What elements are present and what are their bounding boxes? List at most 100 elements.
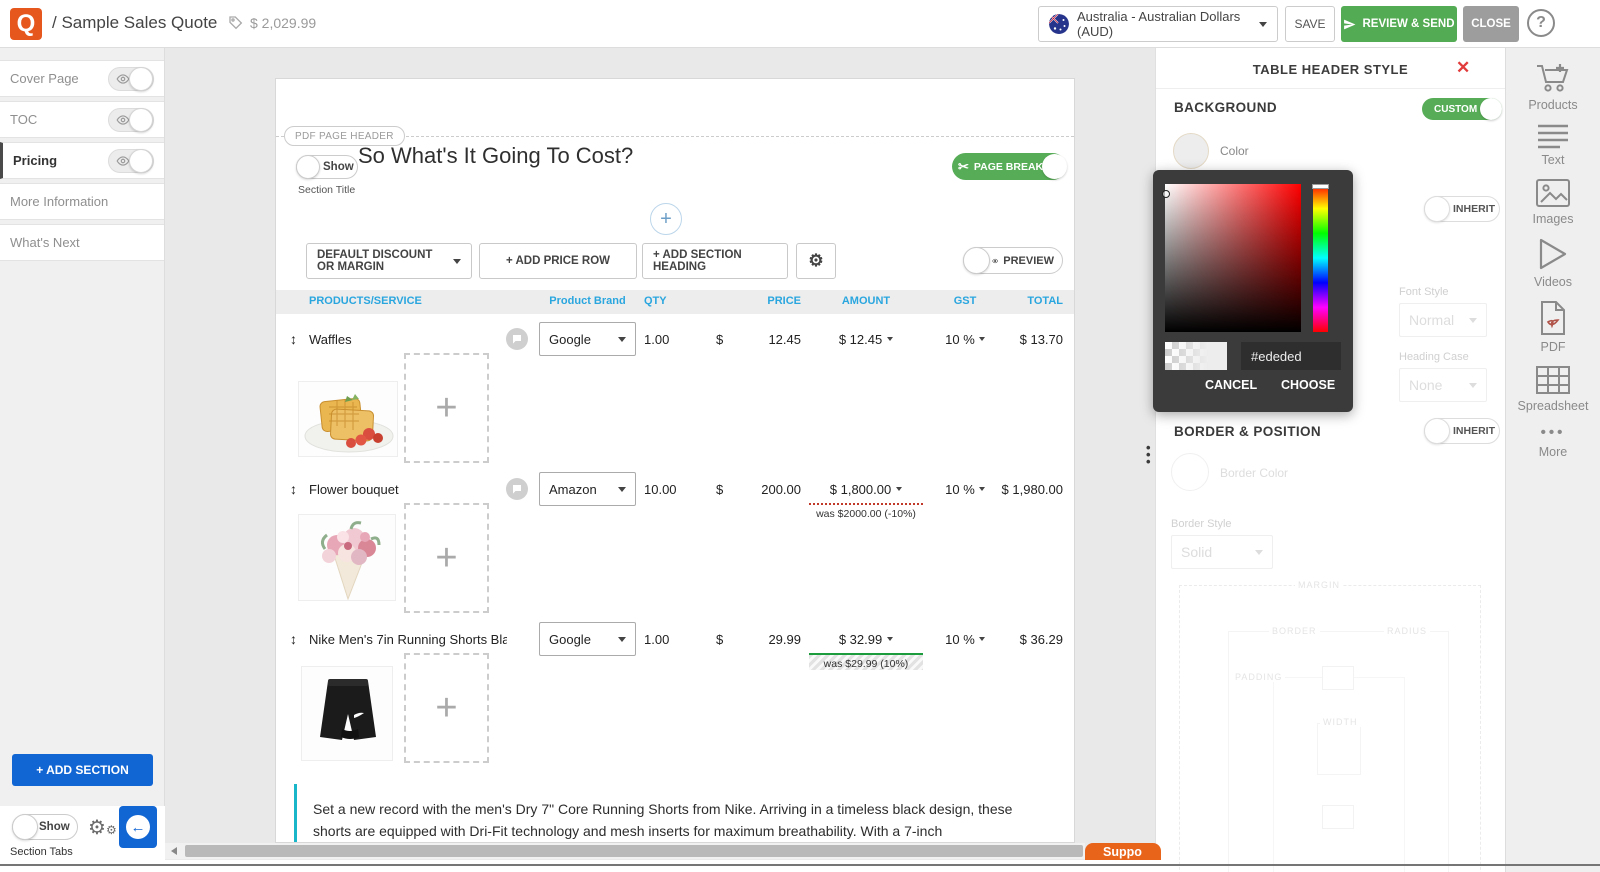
- toolbar-item-products[interactable]: Products: [1528, 62, 1578, 112]
- chevron-down-icon: [453, 258, 461, 264]
- currency-select[interactable]: Australia - Australian Dollars (AUD): [1038, 6, 1278, 42]
- amount-dropdown[interactable]: $ 12.45: [809, 321, 923, 357]
- toolbar-item-videos[interactable]: Videos: [1534, 237, 1572, 289]
- hex-color-input[interactable]: [1241, 342, 1341, 370]
- section-title-show-toggle[interactable]: Show: [296, 155, 358, 179]
- toolbar-item-spreadsheet[interactable]: Spreadsheet: [1518, 365, 1588, 413]
- review-send-button[interactable]: REVIEW & SEND: [1341, 6, 1457, 42]
- add-image-button[interactable]: +: [404, 353, 489, 463]
- comment-bubble-icon[interactable]: [506, 328, 528, 350]
- background-section-label: BACKGROUND: [1174, 100, 1277, 115]
- heading-case-select[interactable]: None: [1399, 368, 1487, 402]
- toolbar-item-images[interactable]: Images: [1533, 178, 1574, 226]
- amount-dropdown[interactable]: $ 32.99: [809, 621, 923, 657]
- toggle-knob: [1042, 154, 1067, 179]
- product-name[interactable]: Waffles: [309, 321, 507, 357]
- close-button[interactable]: CLOSE: [1463, 6, 1519, 42]
- sidebar-item-cover-page[interactable]: Cover Page: [0, 60, 164, 97]
- price-value[interactable]: 29.99: [726, 621, 801, 657]
- border-color-swatch[interactable]: [1171, 453, 1209, 491]
- table-settings-gear-button[interactable]: ⚙: [796, 243, 836, 279]
- scroll-left-arrow-icon[interactable]: [171, 847, 177, 855]
- product-description[interactable]: Set a new record with the men's Dry 7" C…: [294, 784, 1036, 842]
- brand-select[interactable]: Amazon: [539, 472, 636, 506]
- horizontal-scrollbar[interactable]: [165, 843, 1085, 859]
- product-image-flower-bouquet[interactable]: [298, 514, 396, 601]
- sidebar-item-more-information[interactable]: More Information: [0, 183, 164, 220]
- custom-toggle[interactable]: CUSTOM: [1422, 98, 1502, 120]
- quote-total-value: $ 2,029.99: [250, 15, 317, 31]
- visibility-toggle[interactable]: [108, 107, 154, 132]
- qty-value[interactable]: 1.00: [644, 621, 669, 657]
- add-image-button[interactable]: +: [404, 503, 489, 613]
- color-cursor[interactable]: [1162, 190, 1170, 198]
- show-label: Show: [39, 821, 70, 833]
- qty-value[interactable]: 10.00: [644, 471, 677, 507]
- australia-flag-icon: [1049, 14, 1069, 34]
- padding-top-input[interactable]: [1322, 666, 1354, 690]
- eye-icon: [116, 155, 130, 166]
- sidebar-item-toc[interactable]: TOC: [0, 101, 164, 138]
- add-block-button[interactable]: +: [650, 203, 682, 235]
- font-style-select[interactable]: Normal: [1399, 303, 1487, 337]
- total-value: $ 36.29: [1019, 631, 1063, 647]
- sidebar-item-whats-next[interactable]: What's Next: [0, 224, 164, 261]
- panel-resize-handle[interactable]: • • •: [1146, 441, 1151, 468]
- col-products-service: PRODUCTS/SERVICE: [309, 295, 422, 307]
- section-title[interactable]: So What's It Going To Cost?: [358, 143, 633, 169]
- cancel-button[interactable]: CANCEL: [1205, 378, 1257, 392]
- preview-toggle[interactable]: PREVIEW: [963, 247, 1063, 274]
- background-color-swatch[interactable]: [1173, 133, 1209, 169]
- choose-button[interactable]: CHOOSE: [1281, 378, 1335, 392]
- background-inherit-toggle[interactable]: INHERIT: [1424, 196, 1500, 222]
- image-icon: [1536, 179, 1570, 207]
- add-image-button[interactable]: +: [404, 653, 489, 763]
- add-price-row-button[interactable]: + ADD PRICE ROW: [479, 243, 637, 279]
- close-panel-icon[interactable]: ✕: [1456, 58, 1470, 78]
- table-row: ↕ Nike Men's 7in Running Shorts Black L …: [276, 621, 1074, 657]
- price-value[interactable]: 200.00: [726, 471, 801, 507]
- app-logo[interactable]: Q: [10, 8, 42, 40]
- quote-title[interactable]: / Sample Sales Quote: [52, 13, 217, 33]
- default-discount-dropdown[interactable]: DEFAULT DISCOUNT OR MARGIN: [306, 243, 472, 279]
- was-price-label: was $29.99 (10%): [809, 653, 923, 670]
- scrollbar-thumb[interactable]: [185, 845, 1083, 857]
- page-break-toggle[interactable]: ✂ PAGE BREAK: [952, 153, 1067, 180]
- drag-handle-icon[interactable]: ↕: [290, 321, 297, 357]
- product-image-nike-shorts[interactable]: [301, 666, 393, 761]
- comment-bubble-icon[interactable]: [506, 478, 528, 500]
- toolbar-item-pdf[interactable]: PDF: [1538, 300, 1568, 354]
- chevron-down-icon: [618, 486, 626, 492]
- section-tabs-show-toggle[interactable]: Show: [12, 814, 78, 840]
- brand-select[interactable]: Google: [539, 622, 636, 656]
- visibility-toggle[interactable]: [108, 148, 154, 173]
- drag-handle-icon[interactable]: ↕: [290, 621, 297, 657]
- total-value: $ 13.70: [1019, 331, 1063, 347]
- support-tab[interactable]: Suppo: [1085, 843, 1161, 860]
- save-button[interactable]: SAVE: [1285, 6, 1335, 42]
- hue-slider[interactable]: [1312, 184, 1329, 332]
- collapse-sidebar-button[interactable]: ←: [119, 806, 157, 848]
- border-style-select[interactable]: Solid: [1171, 535, 1273, 569]
- amount-dropdown[interactable]: $ 1,800.00: [809, 471, 923, 507]
- add-section-button[interactable]: + ADD SECTION: [12, 754, 153, 786]
- price-value[interactable]: 12.45: [726, 321, 801, 357]
- border-inherit-toggle[interactable]: INHERIT: [1424, 418, 1500, 444]
- help-button[interactable]: ?: [1527, 9, 1555, 37]
- brand-select[interactable]: Google: [539, 322, 636, 356]
- padding-label: PADDING: [1232, 672, 1286, 682]
- settings-gears-icon[interactable]: ⚙⚙: [88, 818, 117, 838]
- drag-handle-icon[interactable]: ↕: [290, 471, 297, 507]
- toolbar-item-text[interactable]: Text: [1536, 123, 1570, 167]
- product-name[interactable]: Nike Men's 7in Running Shorts Black L: [309, 621, 507, 657]
- sidebar-item-pricing[interactable]: Pricing: [0, 142, 164, 179]
- add-section-heading-button[interactable]: + ADD SECTION HEADING: [642, 243, 788, 279]
- product-image-waffles[interactable]: [298, 381, 398, 457]
- hue-slider-handle[interactable]: [1312, 184, 1329, 189]
- saturation-square[interactable]: [1162, 184, 1301, 332]
- toolbar-item-more[interactable]: ••• More: [1539, 424, 1567, 459]
- product-name[interactable]: Flower bouquet: [309, 471, 507, 507]
- qty-value[interactable]: 1.00: [644, 321, 669, 357]
- padding-bottom-input[interactable]: [1322, 805, 1354, 829]
- visibility-toggle[interactable]: [108, 66, 154, 91]
